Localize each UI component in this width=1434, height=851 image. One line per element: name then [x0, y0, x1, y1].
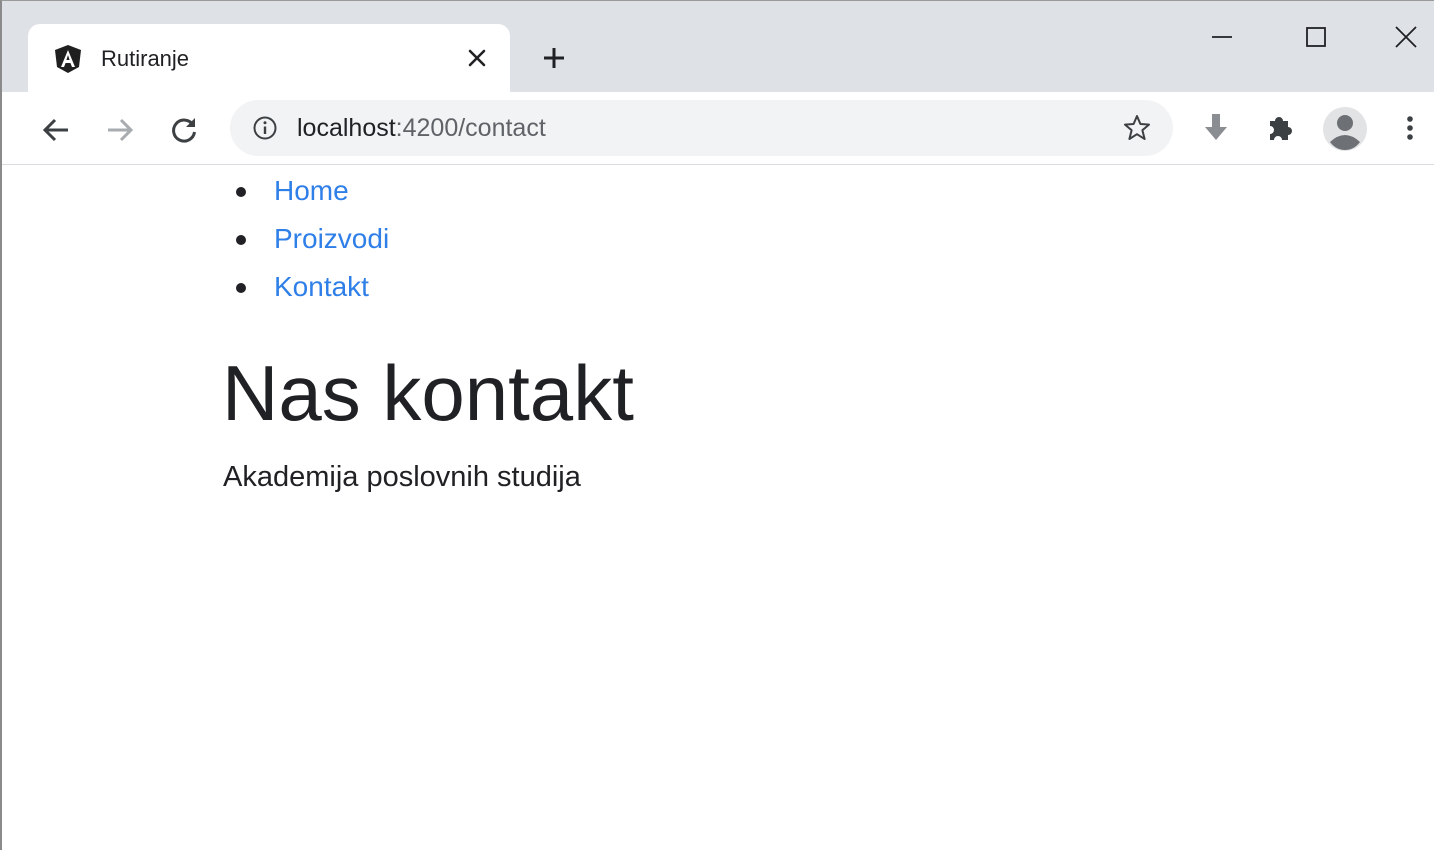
nav-item-home: Home — [224, 173, 389, 221]
nav-item-products: Proizvodi — [224, 221, 389, 269]
bookmark-star-icon[interactable] — [1122, 113, 1152, 143]
close-window-icon[interactable] — [1388, 19, 1424, 55]
forward-arrow-icon[interactable] — [102, 112, 138, 148]
extensions-puzzle-icon[interactable] — [1264, 112, 1296, 144]
tab-strip: Rutiranje — [2, 1, 1434, 92]
profile-avatar-icon[interactable] — [1322, 106, 1368, 152]
browser-toolbar: localhost:4200/contact — [2, 92, 1434, 165]
download-icon[interactable] — [1200, 112, 1232, 144]
url-path: :4200/contact — [395, 114, 546, 142]
tab-title: Rutiranje — [101, 46, 190, 71]
url-host: localhost — [297, 114, 396, 142]
page-content: Home Proizvodi Kontakt Nas kontakt Akade… — [2, 165, 1434, 851]
page-paragraph: Akademija poslovnih studija — [223, 461, 581, 493]
nav-link-home[interactable]: Home — [274, 175, 349, 206]
close-tab-icon[interactable] — [466, 47, 488, 69]
minimize-icon[interactable] — [1204, 19, 1240, 55]
angular-logo-icon — [55, 45, 81, 73]
nav-item-contact: Kontakt — [224, 269, 389, 317]
info-icon[interactable] — [252, 115, 278, 141]
active-tab[interactable]: Rutiranje — [28, 24, 510, 92]
nav-link-products[interactable]: Proizvodi — [274, 223, 389, 254]
new-tab-icon[interactable] — [540, 44, 568, 72]
url-text[interactable]: localhost:4200/contact — [297, 113, 546, 143]
nav-link-contact[interactable]: Kontakt — [274, 271, 369, 302]
browser-window: Rutiranje localhost:4200/contact Home Pr… — [0, 0, 1434, 851]
page-heading: Nas kontakt — [222, 349, 634, 437]
reload-icon[interactable] — [166, 112, 202, 148]
back-arrow-icon[interactable] — [38, 112, 74, 148]
address-bar[interactable]: localhost:4200/contact — [230, 100, 1173, 156]
menu-kebab-icon[interactable] — [1394, 112, 1426, 144]
nav-menu: Home Proizvodi Kontakt — [224, 173, 389, 317]
maximize-icon[interactable] — [1298, 19, 1334, 55]
